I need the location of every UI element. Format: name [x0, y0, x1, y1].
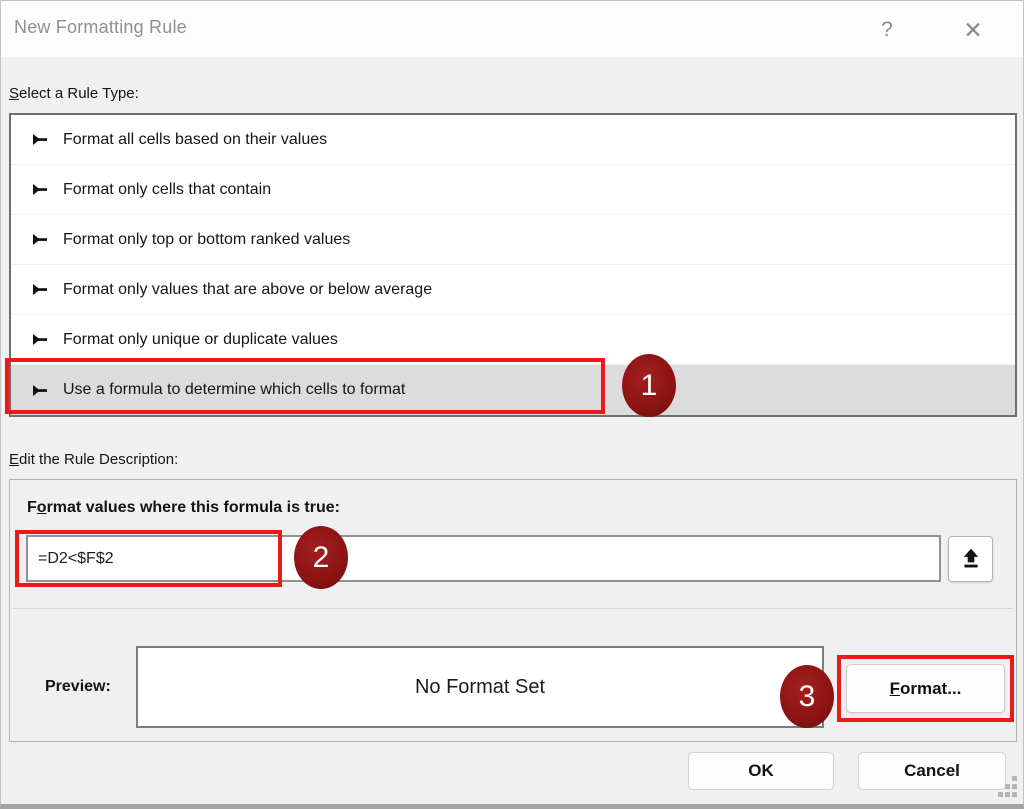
rule-type-option-label: Format only cells that contain: [63, 181, 271, 199]
rule-type-option[interactable]: Format only top or bottom ranked values: [11, 215, 1015, 265]
groupbox-separator: [13, 608, 1013, 609]
rule-type-option-label: Format all cells based on their values: [63, 131, 327, 149]
arrow-right-icon: [33, 284, 48, 295]
arrow-right-icon: [33, 234, 48, 245]
arrow-right-icon: [33, 184, 48, 195]
rule-type-option-label: Format only top or bottom ranked values: [63, 231, 350, 249]
rule-type-option[interactable]: Format only cells that contain: [11, 165, 1015, 215]
arrow-right-icon: [33, 334, 48, 345]
new-formatting-rule-dialog: New Formatting Rule ? ✕ Select a Rule Ty…: [0, 0, 1024, 809]
cancel-button[interactable]: Cancel: [858, 752, 1006, 790]
format-preview-box: No Format Set: [136, 646, 824, 728]
rule-type-option-selected[interactable]: Use a formula to determine which cells t…: [11, 365, 1015, 415]
close-icon: ✕: [963, 17, 982, 44]
preview-label: Preview:: [45, 678, 111, 696]
edit-rule-description-label: Edit the Rule Description:: [9, 451, 178, 468]
dialog-titlebar: New Formatting Rule ? ✕: [1, 1, 1023, 57]
ok-button[interactable]: OK: [688, 752, 834, 790]
formula-caption: Format values where this formula is true…: [27, 499, 340, 517]
arrow-right-icon: [33, 385, 48, 396]
format-button[interactable]: Format...: [846, 664, 1005, 713]
rule-type-option-label: Format only values that are above or bel…: [63, 281, 432, 299]
collapse-dialog-button[interactable]: [948, 536, 993, 582]
format-preview-text: No Format Set: [415, 676, 545, 699]
formula-input[interactable]: [26, 535, 941, 582]
arrow-right-icon: [33, 134, 48, 145]
select-rule-type-label: Select a Rule Type:: [9, 85, 139, 102]
help-button[interactable]: ?: [867, 11, 907, 49]
help-icon: ?: [881, 18, 893, 42]
resize-grip-icon[interactable]: [998, 776, 1020, 800]
dialog-title: New Formatting Rule: [14, 17, 187, 38]
rule-type-option[interactable]: Format only unique or duplicate values: [11, 315, 1015, 365]
rule-type-listbox[interactable]: Format all cells based on their values F…: [9, 113, 1017, 417]
rule-type-option[interactable]: Format only values that are above or bel…: [11, 265, 1015, 315]
rule-type-option-label: Use a formula to determine which cells t…: [63, 381, 405, 399]
collapse-dialog-up-arrow-icon: [960, 547, 982, 572]
close-button[interactable]: ✕: [953, 11, 993, 49]
rule-type-option[interactable]: Format all cells based on their values: [11, 115, 1015, 165]
rule-type-option-label: Format only unique or duplicate values: [63, 331, 338, 349]
